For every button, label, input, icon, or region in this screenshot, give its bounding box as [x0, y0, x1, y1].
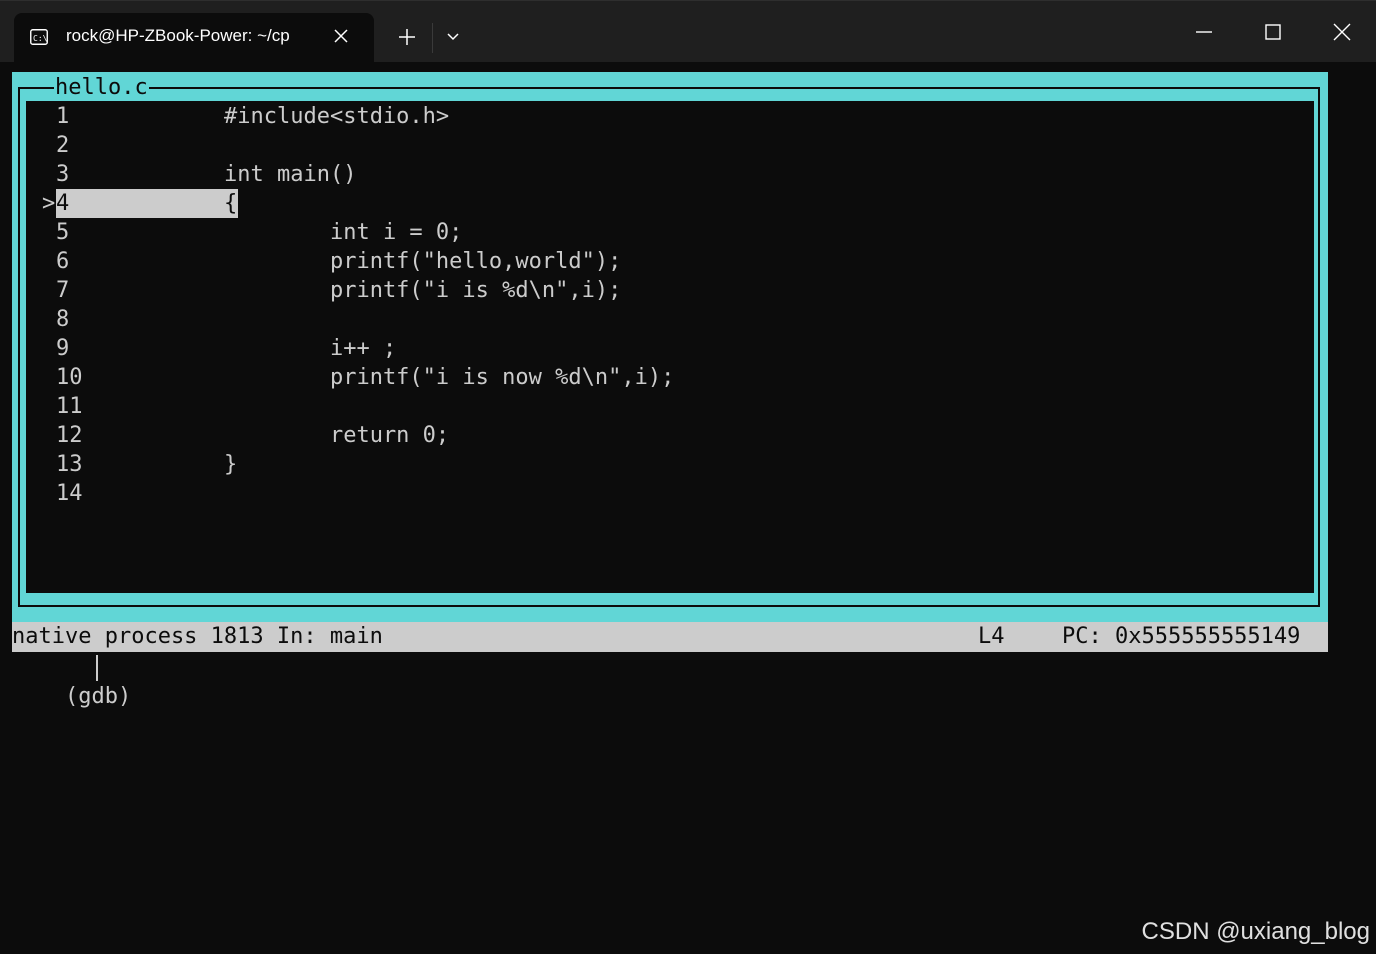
current-line-highlight — [56, 189, 238, 218]
line-number: 3 — [56, 162, 70, 187]
tab-title: rock@HP-ZBook-Power: ~/cp — [66, 26, 290, 45]
terminal-area[interactable]: hello.c 1 #include<stdio.h> 2 3 int main() >4… — [0, 62, 1376, 954]
plus-icon[interactable] — [394, 24, 420, 50]
source-line: 3 int main() — [42, 160, 1272, 189]
line-code: printf("hello,world"); — [224, 249, 622, 274]
tab-separator — [432, 23, 433, 53]
line-code: i++ ; — [224, 336, 397, 361]
svg-text:C:\: C:\ — [33, 34, 48, 43]
minimize-icon[interactable] — [1189, 17, 1219, 47]
source-line: 13} — [42, 450, 1272, 479]
source-line: 1 #include<stdio.h> — [42, 102, 1272, 131]
source-line: 7 printf("i is %d\n",i); — [42, 276, 1272, 305]
source-line: 12 return 0; — [42, 421, 1272, 450]
line-code: printf("i is now %d\n",i); — [224, 365, 675, 390]
watermark: CSDN @uxiang_blog — [1141, 918, 1370, 945]
line-code: { — [224, 191, 238, 216]
line-number: 1 — [56, 104, 70, 129]
line-number: 4 — [56, 191, 70, 216]
source-line: 11 — [42, 392, 1272, 421]
maximize-icon[interactable] — [1258, 17, 1288, 47]
source-line: 9 i++ ; — [42, 334, 1272, 363]
line-code: #include<stdio.h> — [224, 104, 450, 129]
source-line: 6 printf("hello,world"); — [42, 247, 1272, 276]
line-number: 2 — [56, 133, 70, 158]
line-code: return 0; — [224, 423, 450, 448]
line-code: } — [224, 452, 238, 477]
line-number: 10 — [56, 365, 83, 390]
gdb-prompt: (gdb) — [64, 684, 145, 709]
source-line: 14 — [42, 479, 1272, 508]
source-line: 10 printf("i is now %d\n",i); — [42, 363, 1272, 392]
source-line: 5 int i = 0; — [42, 218, 1272, 247]
line-number: 12 — [56, 423, 83, 448]
status-process: native process 1813 In: main — [12, 624, 383, 649]
status-line-number: L4 — [978, 624, 1005, 649]
line-number: 14 — [56, 481, 83, 506]
line-number: 11 — [56, 394, 83, 419]
line-code: int main() — [224, 162, 357, 187]
current-line-marker: > — [42, 191, 56, 216]
line-number: 5 — [56, 220, 70, 245]
text-cursor — [96, 655, 98, 681]
tab-terminal[interactable]: C:\ rock@HP-ZBook-Power: ~/cp — [14, 13, 374, 63]
line-code: printf("i is %d\n",i); — [224, 278, 622, 303]
status-pc: PC: 0x555555555149 — [1062, 624, 1301, 649]
terminal-icon: C:\ — [30, 29, 48, 45]
title-bar: C:\ rock@HP-ZBook-Power: ~/cp — [0, 0, 1376, 63]
line-number: 9 — [56, 336, 70, 361]
line-number: 7 — [56, 278, 70, 303]
source-line: 8 — [42, 305, 1272, 334]
status-bar: native process 1813 In: main L4 PC: 0x55… — [12, 622, 1328, 652]
source-line: >4 { — [42, 189, 1272, 218]
chevron-down-icon[interactable] — [443, 28, 463, 46]
close-icon[interactable] — [332, 27, 350, 45]
line-code: int i = 0; — [224, 220, 463, 245]
line-number: 6 — [56, 249, 70, 274]
source-line: 2 — [42, 131, 1272, 160]
window-close-icon[interactable] — [1327, 17, 1357, 47]
source-filename: hello.c — [54, 75, 149, 101]
line-number: 8 — [56, 307, 70, 332]
line-number: 13 — [56, 452, 83, 477]
gdb-prompt-line[interactable]: (gdb) — [12, 652, 144, 709]
